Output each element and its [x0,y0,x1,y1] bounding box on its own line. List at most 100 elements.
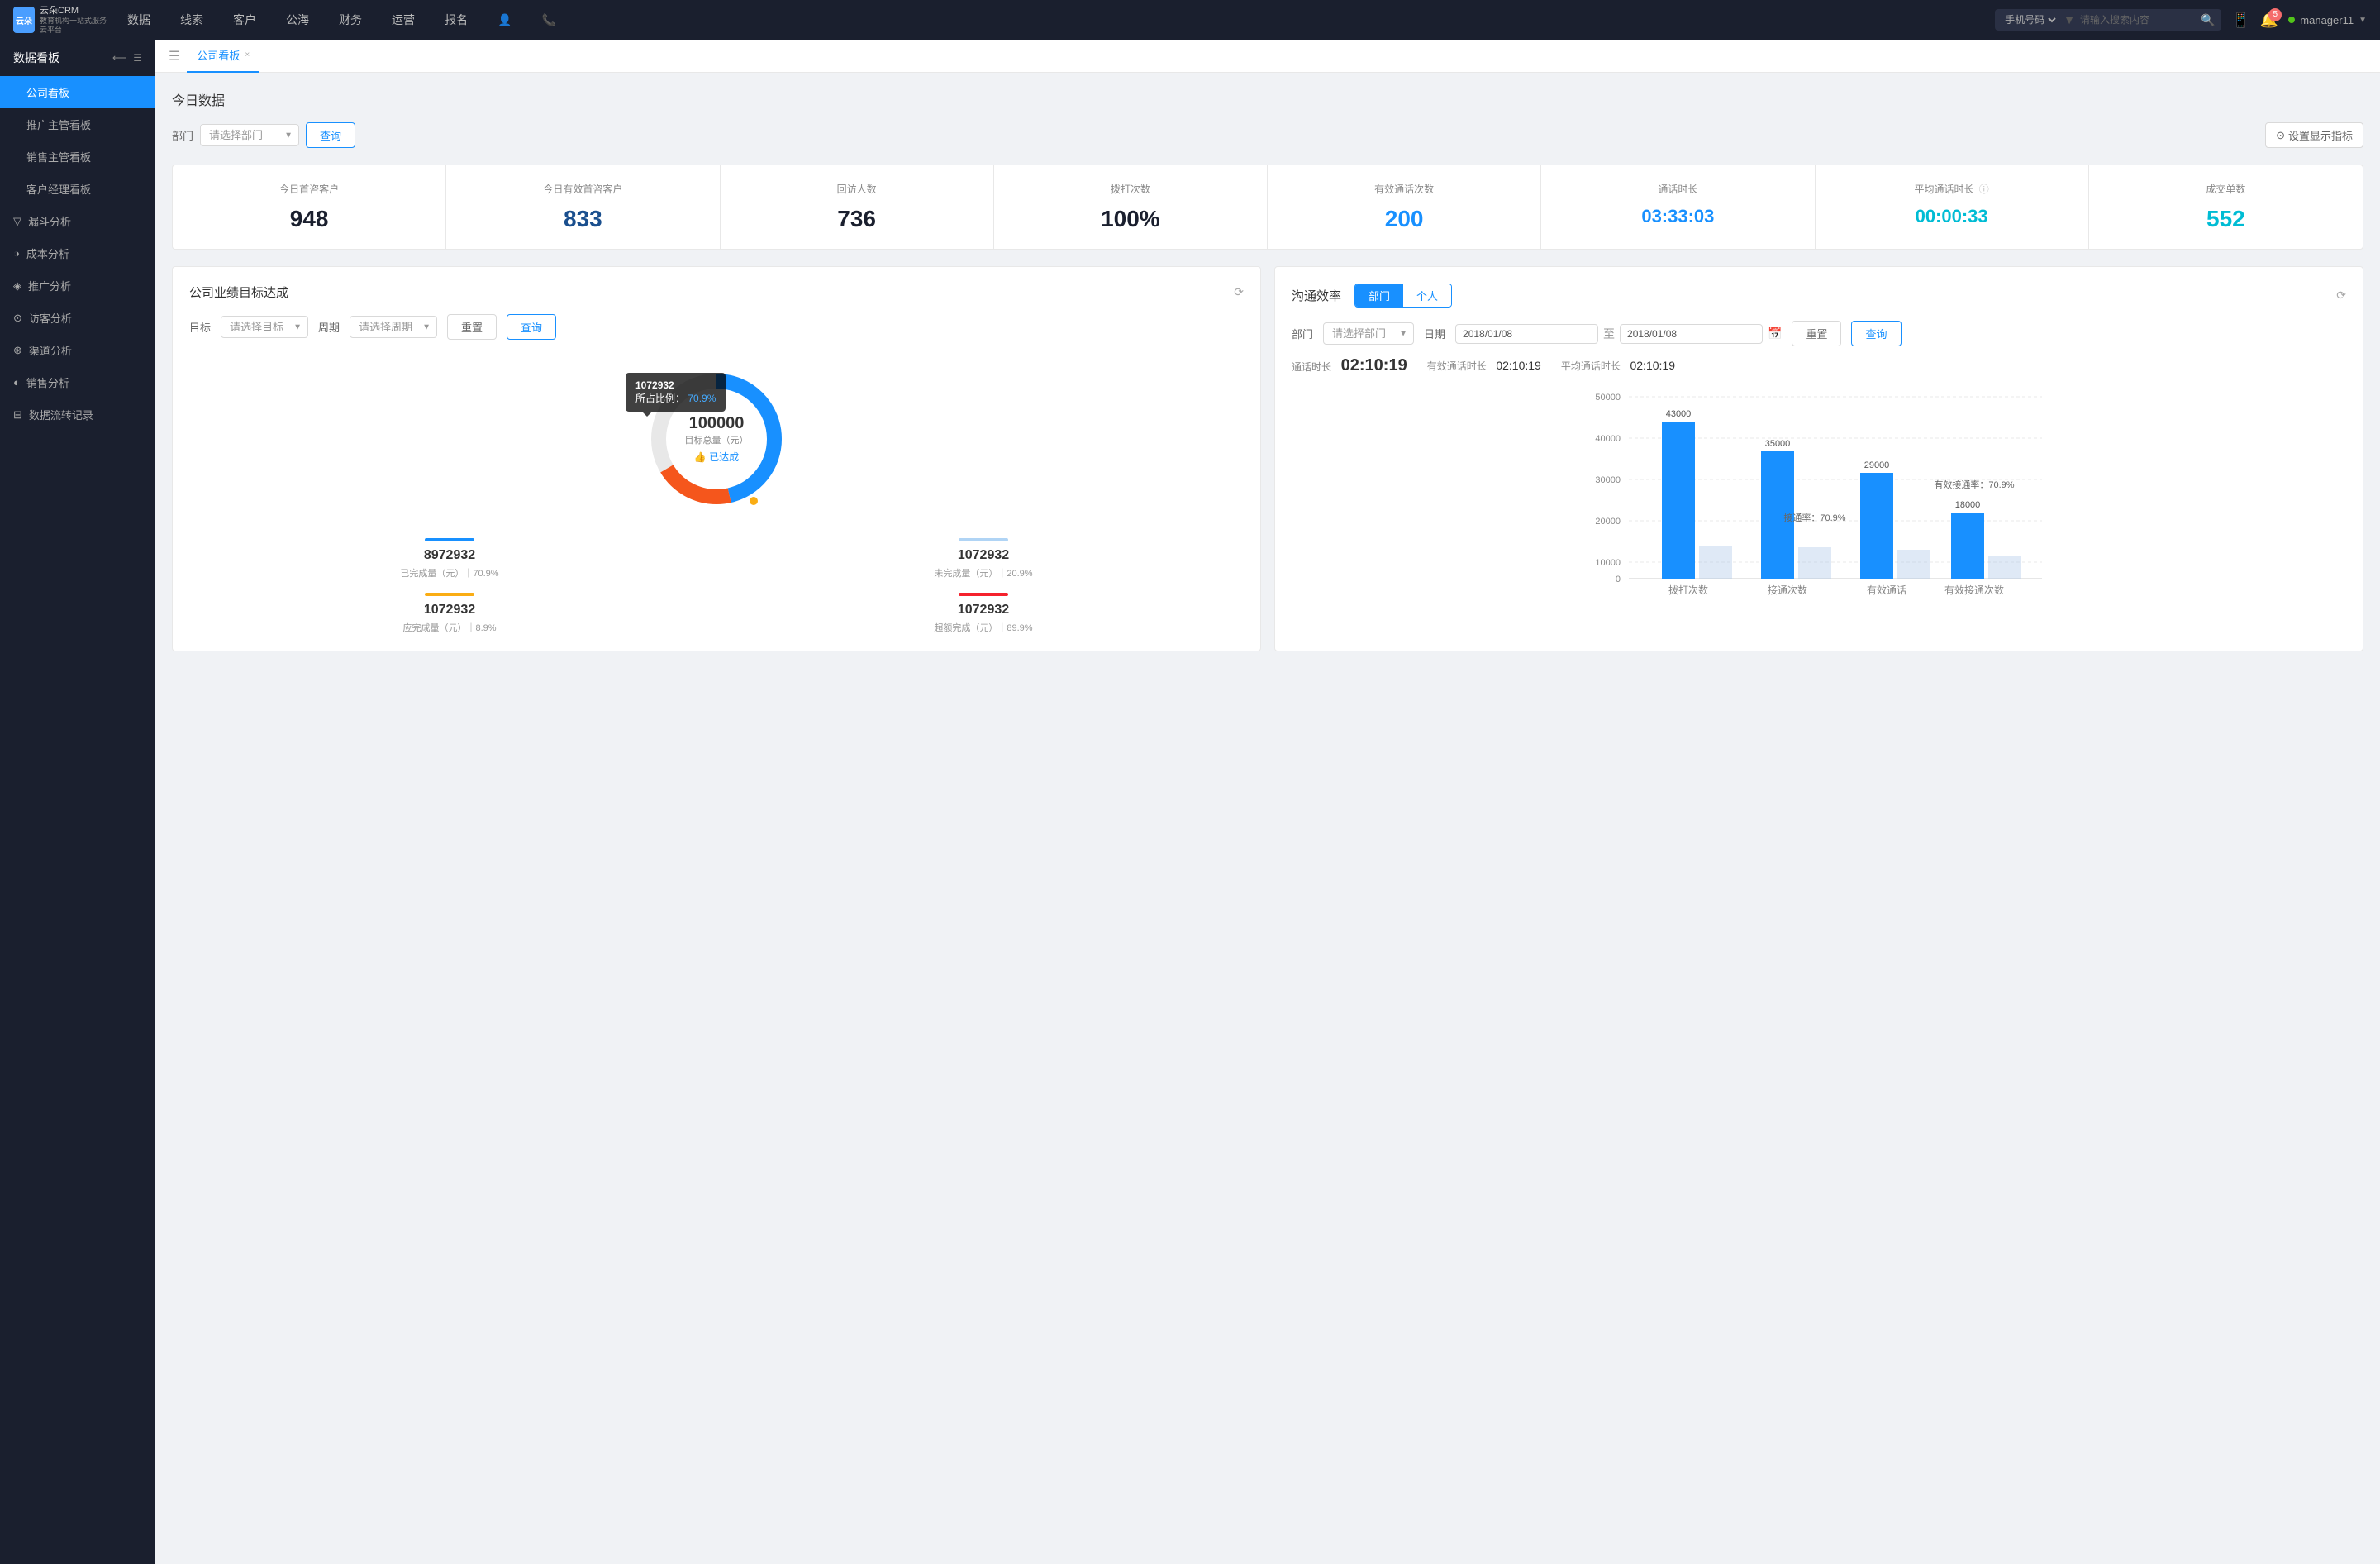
nav-item-finance[interactable]: 财务 [324,0,377,40]
dept-select-wrapper: 请选择部门 [200,124,299,146]
goal-stat-value: 1072932 [723,603,1244,617]
efficiency-tab-person[interactable]: 个人 [1403,284,1451,307]
logo[interactable]: 云朵 云朵CRM 教育机构一站式服务云平台 [13,6,112,35]
donut-center: 100000 目标总量（元） 👍 已达成 [685,414,749,464]
goal-panel-header: 公司业绩目标达成 ⟳ [189,284,1244,301]
settings-button[interactable]: ⊙ 设置显示指标 [2265,122,2363,148]
settings-icon: ⊙ [2276,129,2285,142]
stat-label: 通话时长 [1554,182,1801,196]
sidebar-group-funnel[interactable]: ▽ 漏斗分析 [0,205,155,237]
user-dropdown-icon: ▼ [2359,16,2367,25]
search-icon[interactable]: 🔍 [2201,13,2215,27]
date-to-input[interactable] [1620,324,1763,344]
stat-label: 今日有效首咨客户 [459,182,706,196]
nav-item-enrollment[interactable]: 报名 [430,0,483,40]
stat-value: 03:33:03 [1554,206,1801,227]
eff-dept-select[interactable]: 请选择部门 [1323,322,1414,345]
stat-item-new-consult: 今日首咨客户 948 [173,165,446,249]
bar-valid-connected [1951,513,1984,579]
goal-panel-title: 公司业绩目标达成 [189,284,288,301]
funnel-icon: ▽ [13,215,21,228]
eff-date-label: 日期 [1424,326,1445,341]
goal-stat-label: 应完成量（元）｜8.9% [189,621,710,634]
search-type-select[interactable]: 手机号码 [2002,13,2059,26]
sidebar-collapse-icon[interactable]: ⟵ [112,52,126,64]
tooltip-value: 1072932 [635,379,716,391]
tab-bar: ☰ 公司看板 × [155,40,2380,73]
eff-query-button[interactable]: 查询 [1851,321,1901,346]
sidebar-expand-icon[interactable]: ☰ [133,52,142,64]
goal-query-button[interactable]: 查询 [507,314,556,340]
svg-text:18000: 18000 [1955,500,1981,510]
nav-item-public[interactable]: 公海 [271,0,324,40]
goal-stat-bar [425,538,474,541]
goal-target-select[interactable]: 请选择目标 [221,316,308,338]
sidebar-item-sales-board[interactable]: 销售主管看板 [0,141,155,173]
calendar-icon[interactable]: 📅 [1768,327,1782,341]
search-input[interactable] [2080,9,2196,31]
time-stat-avg: 平均通话时长 02:10:19 [1561,359,1675,373]
today-data-section: 今日数据 部门 请选择部门 查询 ⊙ 设置显示指标 [172,89,2363,250]
bar-dial-2 [1699,546,1732,579]
goal-refresh-icon[interactable]: ⟳ [1234,285,1244,299]
notification-button[interactable]: 🔔 5 [2260,12,2278,29]
svg-text:35000: 35000 [1765,439,1791,449]
sidebar-item-manager-board[interactable]: 客户经理看板 [0,173,155,205]
stat-label: 有效通话次数 [1281,182,1527,196]
logo-text: 云朵CRM 教育机构一站式服务云平台 [40,6,112,35]
nav-item-phone-icon[interactable]: 📞 [526,0,570,40]
sidebar-item-label: 公司看板 [26,84,69,100]
bar-dial [1662,422,1695,579]
tab-bar-menu-icon[interactable]: ☰ [169,48,180,64]
sidebar-group-label: 渠道分析 [29,342,72,358]
tab-company-board[interactable]: 公司看板 × [187,40,259,73]
svg-text:30000: 30000 [1595,475,1621,485]
time-stat-total: 通话时长 02:10:19 [1292,356,1407,375]
date-range: 至 📅 [1455,324,1782,344]
tab-label: 公司看板 [197,47,240,63]
donut-chart-area: 1072932 所占比例： 70.9% [189,356,1244,522]
efficiency-refresh-icon[interactable]: ⟳ [2336,288,2346,303]
user-status-dot [2288,17,2295,23]
dept-select[interactable]: 请选择部门 [200,124,299,146]
nav-item-customers[interactable]: 客户 [218,0,271,40]
goal-stat-value: 1072932 [723,548,1244,563]
sidebar-group-promo[interactable]: ◈ 推广分析 [0,269,155,302]
date-from-input[interactable] [1455,324,1598,344]
tablet-icon[interactable]: 📱 [2231,12,2249,29]
sales-icon: ◐ [13,376,20,389]
goal-reset-button[interactable]: 重置 [447,314,497,340]
sidebar-group-flow[interactable]: ⊟ 数据流转记录 [0,398,155,431]
tab-close-icon[interactable]: × [245,50,250,60]
goal-stat-label: 已完成量（元）｜70.9% [189,566,710,579]
efficiency-tab-dept[interactable]: 部门 [1355,284,1403,307]
sidebar-item-company-board[interactable]: 公司看板 [0,76,155,108]
sidebar-group-sales[interactable]: ◐ 销售分析 [0,366,155,398]
username: manager11 [2300,14,2354,26]
sidebar-group-cost[interactable]: ◑ 成本分析 [0,237,155,269]
stat-item-revisit: 回访人数 736 [721,165,994,249]
today-query-button[interactable]: 查询 [306,122,355,148]
stat-label: 回访人数 [734,182,980,196]
sidebar-group-label: 访客分析 [29,310,72,326]
svg-text:29000: 29000 [1864,460,1890,470]
nav-item-ops[interactable]: 运营 [377,0,430,40]
svg-text:有效通话: 有效通话 [1867,584,1906,596]
nav-item-data[interactable]: 数据 [112,0,165,40]
logo-icon: 云朵 [13,7,35,33]
tooltip-percent: 70.9% [688,393,716,404]
bar-valid [1860,473,1893,579]
user-info[interactable]: manager11 ▼ [2288,14,2367,26]
svg-text:50000: 50000 [1595,393,1621,403]
sidebar-group-visitor[interactable]: ⊙ 访客分析 [0,302,155,334]
goal-period-select[interactable]: 请选择周期 [350,316,437,338]
stats-grid: 今日首咨客户 948 今日有效首咨客户 833 回访人数 736 拨打次数 10… [172,165,2363,250]
nav-item-person-icon[interactable]: 👤 [483,0,526,40]
cost-icon: ◑ [13,247,20,260]
eff-reset-button[interactable]: 重置 [1792,321,1841,346]
donut-center-badge: 👍 已达成 [685,450,749,464]
nav-item-leads[interactable]: 线索 [165,0,218,40]
goal-stat-value: 1072932 [189,603,710,617]
sidebar-group-channel[interactable]: ⊛ 渠道分析 [0,334,155,366]
sidebar-item-promoter-board[interactable]: 推广主管看板 [0,108,155,141]
